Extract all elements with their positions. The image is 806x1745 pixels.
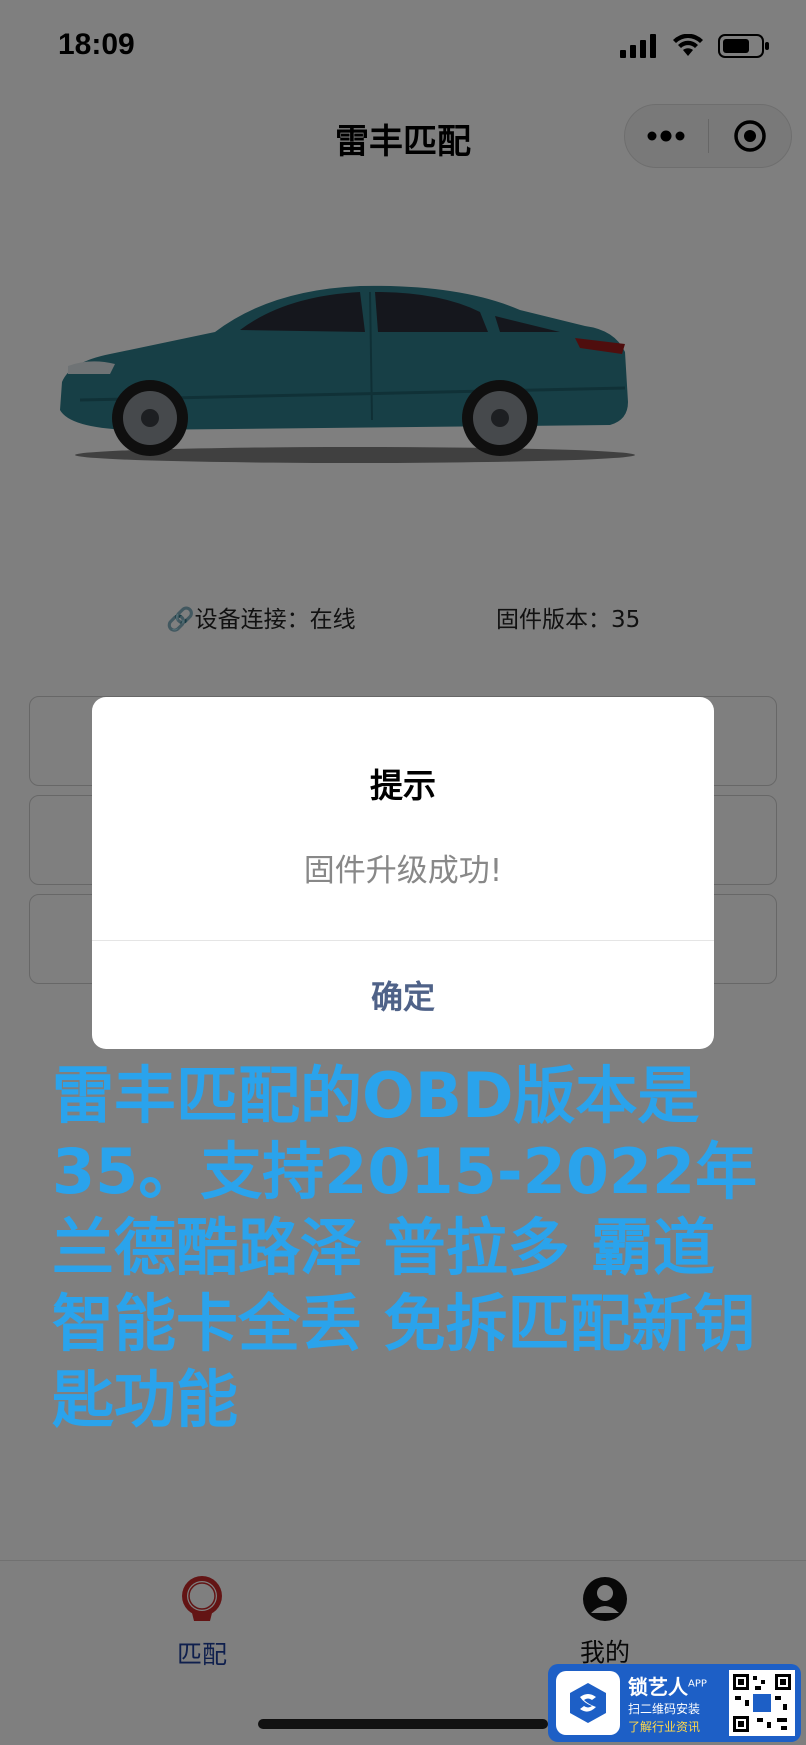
confirm-button[interactable]: 确定 (92, 941, 714, 1049)
overlay-annotation-text: 雷丰匹配的OBD版本是35。支持2015-2022年兰德酷路泽 普拉多 霸道 智… (52, 1059, 758, 1436)
watermark-badge: 锁艺人APP 扫二维码安装 了解行业资讯 (548, 1664, 801, 1742)
watermark-brand: 锁艺人APP (628, 1674, 707, 1699)
qr-code-icon (729, 1670, 795, 1736)
dialog-message: 固件升级成功! (303, 853, 503, 889)
alert-dialog: 提示 固件升级成功! 确定 (92, 697, 714, 1049)
home-indicator (258, 1719, 548, 1729)
dialog-title: 提示 (370, 766, 436, 805)
watermark-line1: 扫二维码安装 (628, 1701, 701, 1716)
brand-logo-icon (556, 1671, 620, 1735)
watermark-text: 锁艺人APP 扫二维码安装 了解行业资讯 (628, 1671, 707, 1736)
watermark-line2: 了解行业资讯 (628, 1719, 701, 1734)
